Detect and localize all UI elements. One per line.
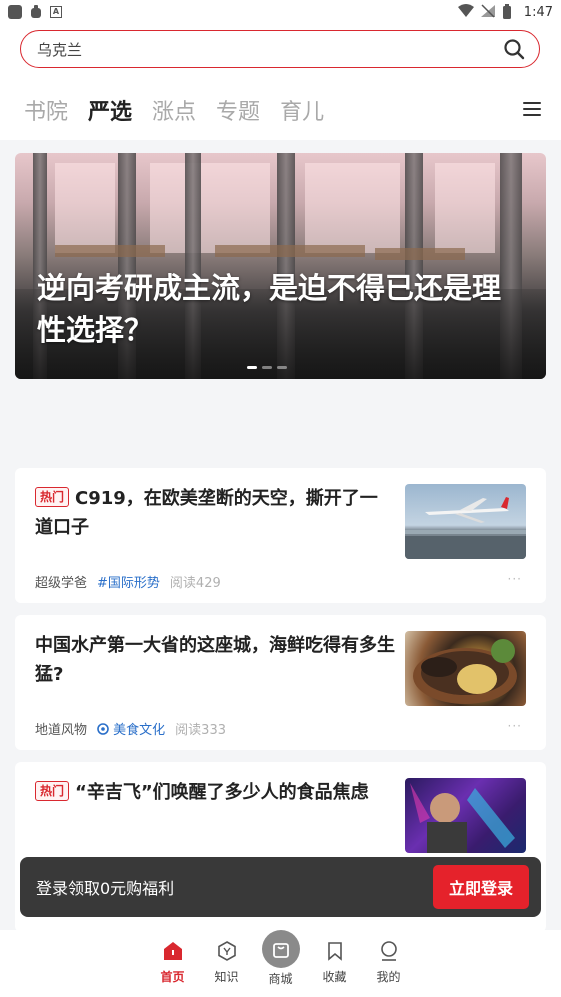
- hot-badge: 热门: [35, 487, 70, 507]
- nav-label: 首页: [160, 970, 185, 984]
- header: 乌克兰 书院 严选 涨点 专题 育儿: [0, 24, 561, 140]
- category-tabs: 书院 严选 涨点 专题 育儿: [24, 94, 324, 126]
- carousel-dot: [247, 366, 257, 369]
- nav-knowledge[interactable]: 知识: [209, 940, 245, 997]
- wifi-icon: [457, 4, 474, 20]
- nav-home[interactable]: 首页: [155, 940, 191, 997]
- carousel-dot: [277, 366, 287, 369]
- nav-label: 知识: [214, 970, 239, 984]
- more-options-icon[interactable]: ···: [508, 719, 522, 733]
- article-reads: 阅读333: [175, 723, 226, 738]
- article-tag[interactable]: 美食文化: [97, 719, 165, 738]
- battery-icon: [502, 4, 518, 20]
- banner-title[interactable]: 逆向考研成主流，是迫不得已还是理性选择？: [37, 267, 527, 351]
- article-title-text: “辛吉飞”们唤醒了多少人的食品焦虑: [75, 782, 369, 803]
- article-author[interactable]: 超级学爸: [35, 572, 87, 591]
- search-query: 乌克兰: [37, 40, 83, 59]
- home-icon: [163, 942, 182, 960]
- nav-label: 我的: [376, 970, 401, 984]
- bottom-nav: 首页 知识 商城 收藏 我的: [0, 930, 561, 997]
- article-title[interactable]: 中国水产第一大省的这座城，海鲜吃得有多生猛?: [35, 631, 395, 689]
- article-tag[interactable]: #国际形势: [97, 572, 160, 591]
- status-bar: A 1:47: [0, 0, 561, 24]
- carousel-indicator: [247, 366, 287, 369]
- banner-carousel[interactable]: 逆向考研成主流，是迫不得已还是理性选择？: [15, 153, 546, 379]
- nav-profile[interactable]: 我的: [371, 940, 407, 997]
- article-card[interactable]: 中国水产第一大省的这座城，海鲜吃得有多生猛? 地道风物 美食文化 阅读333 ·…: [15, 615, 546, 750]
- login-prompt: 登录领取0元购福利 立即登录: [20, 857, 541, 917]
- article-card[interactable]: 热门 C919，在欧美垄断的天空，撕开了一道口子 超级学爸 #国际形势 阅读429…: [15, 468, 546, 603]
- article-reads: 阅读429: [169, 576, 221, 591]
- article-title[interactable]: 热门 “辛吉飞”们唤醒了多少人的食品焦虑: [35, 778, 395, 807]
- login-prompt-text: 登录领取0元购福利: [36, 879, 175, 898]
- a-icon: A: [50, 6, 62, 18]
- article-thumbnail[interactable]: [405, 631, 526, 706]
- menu-icon[interactable]: [523, 102, 541, 116]
- mall-icon: [261, 930, 300, 968]
- article-thumbnail[interactable]: [405, 484, 526, 559]
- bug-icon: [28, 4, 44, 20]
- hot-badge: 热门: [35, 781, 70, 801]
- article-thumbnail[interactable]: [405, 778, 526, 853]
- article-author[interactable]: 地道风物: [35, 719, 87, 738]
- tab-zhangdian[interactable]: 涨点: [152, 94, 196, 126]
- article-meta: 超级学爸 #国际形势 阅读429: [35, 572, 221, 591]
- no-signal-icon: [480, 4, 496, 20]
- tab-shuyuan[interactable]: 书院: [24, 94, 68, 126]
- tab-yanxuan[interactable]: 严选: [88, 94, 132, 126]
- article-title[interactable]: 热门 C919，在欧美垄断的天空，撕开了一道口子: [35, 484, 395, 542]
- more-options-icon[interactable]: ···: [508, 572, 522, 586]
- tab-yuer[interactable]: 育儿: [280, 94, 324, 126]
- search-icon[interactable]: [503, 38, 525, 60]
- nav-mall[interactable]: 商城: [261, 930, 300, 997]
- article-tag-text: 美食文化: [113, 723, 166, 738]
- search-input[interactable]: 乌克兰: [20, 30, 540, 68]
- nav-bookmarks[interactable]: 收藏: [317, 940, 353, 997]
- tab-zhuanti[interactable]: 专题: [216, 94, 260, 126]
- login-button[interactable]: 立即登录: [432, 865, 529, 909]
- bookmark-icon: [327, 942, 342, 961]
- profile-icon: [380, 941, 397, 961]
- topic-icon: [97, 723, 109, 735]
- notification-square-icon: [8, 5, 22, 19]
- nav-label: 商城: [268, 972, 293, 986]
- status-time: 1:47: [523, 4, 553, 20]
- carousel-dot: [262, 366, 272, 369]
- nav-label: 收藏: [322, 970, 347, 984]
- knowledge-icon: [217, 941, 236, 961]
- article-meta: 地道风物 美食文化 阅读333: [35, 719, 226, 738]
- article-title-text: C919，在欧美垄断的天空，撕开了一道口子: [35, 488, 378, 538]
